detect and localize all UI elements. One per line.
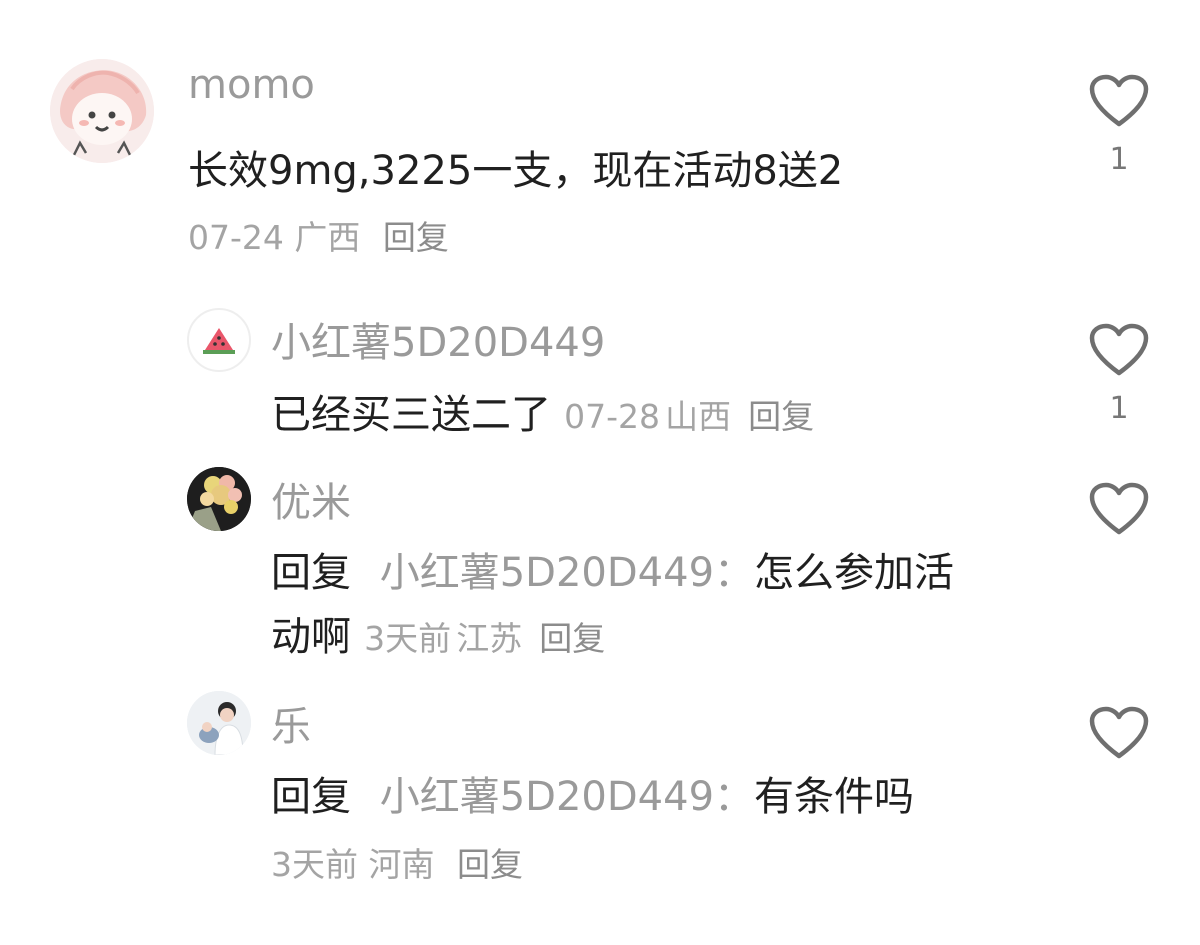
reply-text-continued: 动啊 xyxy=(271,614,351,660)
reply-body-line2: 动啊 3天前 江苏 回复 xyxy=(271,604,605,662)
reply-button[interactable]: 回复 xyxy=(383,218,449,257)
like-count: 1 xyxy=(1109,142,1129,177)
reply-author[interactable]: 优米 xyxy=(271,470,351,528)
comment-region: 广西 xyxy=(294,218,361,257)
watermelon-icon xyxy=(203,328,235,354)
avatar-peach-image xyxy=(50,59,154,163)
reply-meta: 3天前 河南 回复 xyxy=(271,838,523,886)
reply-button[interactable]: 回复 xyxy=(748,397,814,436)
heart-outline-icon[interactable] xyxy=(1089,323,1149,377)
reply-text: 有条件吗 xyxy=(754,774,915,820)
reply-prefix: 回复 xyxy=(271,774,351,820)
reply-date: 3天前 xyxy=(364,619,452,658)
flowers-avatar-image xyxy=(187,467,251,531)
reply-colon: ： xyxy=(714,774,755,820)
reply-region: 江苏 xyxy=(456,619,523,658)
comment-meta: 07-24 广西 回复 xyxy=(188,211,449,259)
reply-text: 怎么参加活 xyxy=(754,550,955,596)
reply-body-line1: 回复 小红薯5D20D449：怎么参加活 xyxy=(271,540,954,598)
comment-text: 长效9mg,3225一支，现在活动8送2 xyxy=(188,148,844,194)
reply-date: 07-28 xyxy=(564,397,660,436)
reply-region: 山西 xyxy=(665,397,732,436)
heart-outline-icon[interactable] xyxy=(1089,482,1149,536)
like-group xyxy=(1079,482,1159,536)
reply-author[interactable]: 小红薯5D20D449 xyxy=(271,310,605,368)
person-avatar-image xyxy=(187,691,251,755)
reply-button[interactable]: 回复 xyxy=(457,845,523,884)
comment-author[interactable]: momo xyxy=(188,62,315,108)
reply-body: 回复 小红薯5D20D449：有条件吗 xyxy=(271,764,914,822)
comment-date: 07-24 xyxy=(188,218,284,257)
heart-outline-icon[interactable] xyxy=(1089,74,1149,128)
reply-target-user[interactable]: 小红薯5D20D449 xyxy=(380,774,714,820)
avatar[interactable] xyxy=(187,691,251,755)
reply-region: 河南 xyxy=(368,845,435,884)
like-group: 1 xyxy=(1079,74,1159,177)
reply-button[interactable]: 回复 xyxy=(539,619,605,658)
reply-text: 已经买三送二了 xyxy=(271,392,551,438)
heart-outline-icon[interactable] xyxy=(1089,706,1149,760)
reply-author[interactable]: 乐 xyxy=(271,694,311,752)
like-group: 1 xyxy=(1079,323,1159,426)
avatar[interactable] xyxy=(187,308,251,372)
reply-date: 3天前 xyxy=(271,845,358,884)
reply-prefix: 回复 xyxy=(271,550,351,596)
reply-colon: ： xyxy=(714,550,755,596)
reply-target-user[interactable]: 小红薯5D20D449 xyxy=(380,550,714,596)
like-count: 1 xyxy=(1109,391,1129,426)
avatar[interactable] xyxy=(187,467,251,531)
reply-body: 已经买三送二了 07-28 山西 回复 xyxy=(271,382,814,440)
like-group xyxy=(1079,706,1159,760)
avatar[interactable] xyxy=(50,59,154,163)
